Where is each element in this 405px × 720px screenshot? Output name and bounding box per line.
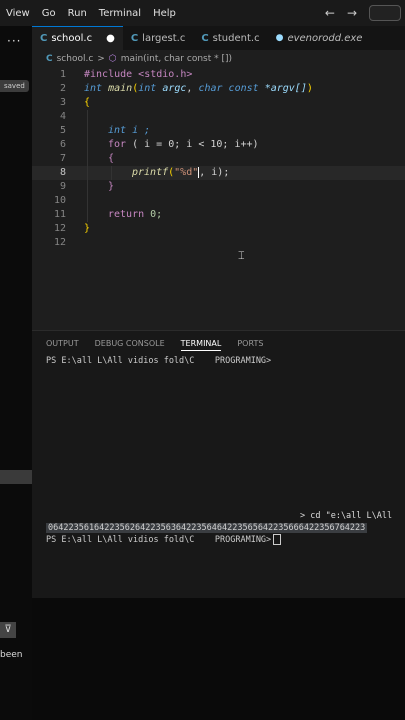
code-line: 9 } (32, 180, 405, 194)
for-open-brace: { (108, 153, 115, 164)
bottom-panel: OUTPUT DEBUG CONSOLE TERMINAL PORTS PS E… (32, 330, 405, 599)
editor-tabs: C school.c ● C largest.c C student.c ● e… (32, 26, 405, 50)
close-brace: } (84, 223, 91, 234)
code-line: 6 for ( i = 0; i < 10; i++) (32, 138, 405, 152)
mouse-cursor-icon: ⌶ (238, 249, 245, 262)
for-statement: for ( i = 0; i < 10; i++) (108, 139, 259, 150)
tab-output[interactable]: OUTPUT (46, 339, 79, 351)
more-icon[interactable]: ··· (7, 34, 21, 48)
line-number: 4 (59, 111, 66, 122)
main-signature: int main(int argc, char const *argv[]) (84, 83, 313, 94)
tab-label: student.c (212, 32, 260, 44)
breadcrumb: C school.c > ⬡ main(int, char const * []… (32, 50, 405, 68)
tab-label: school.c (51, 33, 93, 44)
code-line: 11 return 0; (32, 208, 405, 222)
tab-debug-console[interactable]: DEBUG CONSOLE (95, 339, 165, 351)
tab-ports[interactable]: PORTS (237, 339, 263, 351)
c-file-icon: C (46, 54, 53, 64)
menu-run[interactable]: Run (62, 8, 93, 19)
code-line: 1 #include <stdio.h> (32, 68, 405, 82)
line-number: 8 (59, 167, 66, 178)
back-arrow-icon[interactable]: ← (325, 6, 335, 20)
c-file-icon: C (201, 32, 209, 44)
line-number: 10 (53, 195, 66, 206)
terminal-prompt-current[interactable]: PS E:\all L\All vidios fold\C PROGRAMING… (46, 534, 282, 545)
code-editor[interactable]: 1 #include <stdio.h> 2 int main(int argc… (32, 68, 405, 330)
breadcrumb-symbol[interactable]: main(int, char const * []) (121, 54, 232, 64)
line-number: 12 (53, 223, 66, 234)
tab-largest-c[interactable]: C largest.c (123, 26, 194, 50)
tab-label: evenorodd.exe (287, 32, 363, 44)
exe-file-icon: ● (275, 33, 284, 43)
for-close-brace: } (108, 181, 115, 192)
code-line: 7 { (32, 152, 405, 166)
code-line: 2 int main(int argc, char const *argv[]) (32, 82, 405, 96)
printf-call: printf("%d", i); (132, 166, 230, 178)
terminal-prompt: PS E:\all L\All vidios fold\C PROGRAMING… (46, 356, 272, 366)
open-brace: { (84, 97, 91, 108)
code-line: 3 { (32, 96, 405, 110)
saved-badge: saved (0, 80, 29, 92)
breadcrumb-separator: > (97, 54, 105, 64)
line-number: 7 (59, 153, 66, 164)
line-number: 9 (59, 181, 66, 192)
line-number: 2 (59, 83, 66, 94)
sidebar-text: been (0, 650, 23, 660)
unsaved-dot-icon[interactable]: ● (106, 33, 115, 44)
tab-evenorodd-exe[interactable]: ● evenorodd.exe (268, 26, 371, 50)
menu-view[interactable]: View (0, 8, 36, 19)
panel-tabs: OUTPUT DEBUG CONSOLE TERMINAL PORTS (46, 339, 263, 351)
line-number: 1 (59, 69, 66, 80)
tab-label: largest.c (142, 32, 186, 44)
tab-student-c[interactable]: C student.c (193, 26, 267, 50)
c-file-icon: C (40, 33, 48, 44)
code-line-current: 8 printf("%d", i); (32, 166, 405, 180)
line-number: 6 (59, 139, 66, 150)
menu-help[interactable]: Help (147, 8, 182, 19)
nav-controls: ← → (325, 5, 405, 21)
code-line: 5 int i ; (32, 124, 405, 138)
left-sidebar: ··· saved ⊽ been (0, 26, 32, 720)
line-number: 12 (53, 237, 66, 248)
menu-terminal[interactable]: Terminal (93, 8, 147, 19)
bottom-area (32, 598, 405, 720)
forward-arrow-icon[interactable]: → (347, 6, 357, 20)
code-line: 4 (32, 110, 405, 124)
declaration: int i ; (108, 125, 151, 136)
terminal-output: 0642235616422356264223563642235646422356… (46, 523, 368, 533)
include-directive: #include <stdio.h> (84, 69, 193, 80)
menu-go[interactable]: Go (36, 8, 62, 19)
return-statement: return 0; (108, 209, 163, 220)
cube-icon: ⬡ (108, 54, 117, 64)
code-line: 12 12 (32, 236, 405, 250)
menu-bar: View Go Run Terminal Help ← → (0, 0, 405, 26)
line-number: 11 (53, 209, 66, 220)
code-line: 10 (32, 194, 405, 208)
sidebar-selected-item[interactable] (0, 470, 32, 484)
filter-icon[interactable]: ⊽ (0, 622, 16, 638)
terminal-cursor (273, 534, 282, 545)
line-number: 3 (59, 97, 66, 108)
terminal-command: > cd "e:\all L\All (300, 511, 393, 521)
c-file-icon: C (130, 32, 139, 44)
tab-terminal[interactable]: TERMINAL (180, 339, 222, 351)
breadcrumb-file[interactable]: school.c (57, 54, 94, 64)
command-center-box[interactable] (369, 5, 401, 21)
code-line: 12 } (32, 222, 405, 236)
line-number: 5 (59, 125, 66, 136)
tab-school-c[interactable]: C school.c ● (32, 26, 123, 50)
